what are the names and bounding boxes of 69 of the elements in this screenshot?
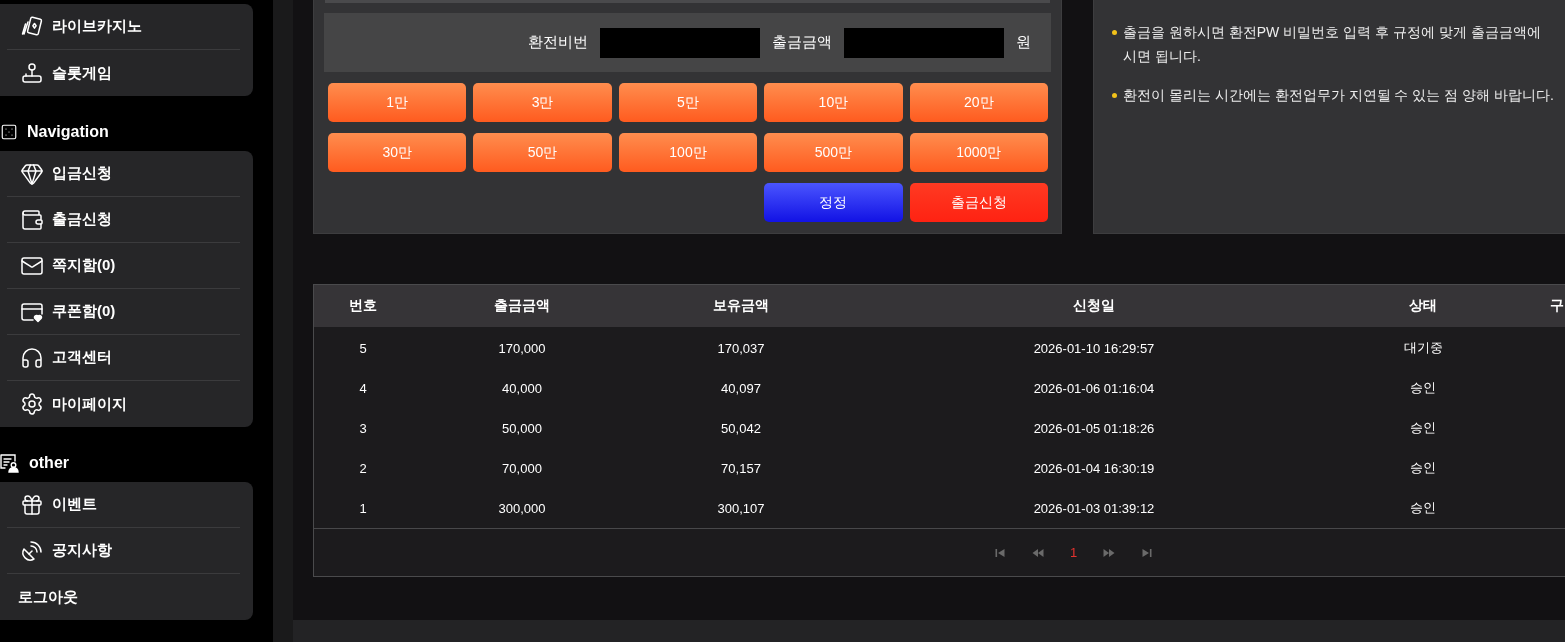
bullet-icon	[1112, 93, 1117, 98]
table-cell: 40,000	[502, 380, 542, 396]
user-list-icon	[0, 453, 20, 473]
first-page-icon[interactable]	[994, 546, 1006, 559]
gift-icon	[20, 492, 44, 517]
page-link[interactable]: 1	[1070, 545, 1078, 560]
table-cell: 170,037	[717, 340, 765, 356]
column-header: 보유금액	[713, 297, 769, 315]
column-header: 구	[1550, 297, 1564, 315]
sidebar-item[interactable]: 이벤트	[7, 482, 240, 528]
sidebar-item[interactable]: 마이페이지	[7, 381, 240, 427]
table-cell: 300,000	[498, 500, 546, 516]
table-cell: 170,000	[498, 340, 546, 356]
last-page-icon[interactable]	[1141, 546, 1154, 559]
section-title: Navigation	[27, 123, 109, 141]
table-cell: 승인	[1410, 459, 1436, 477]
column-header: 신청일	[1073, 297, 1115, 315]
sidebar-item[interactable]: 쿠폰함(0)	[7, 289, 240, 335]
next-page-icon[interactable]	[1103, 546, 1116, 559]
sidebar-item[interactable]: 슬롯게임	[7, 50, 240, 96]
gem-icon	[20, 161, 44, 186]
table-cell: 2026-01-05 01:18:26	[1033, 420, 1155, 436]
table-cell: 1	[359, 500, 367, 516]
table-cell: 승인	[1410, 499, 1436, 517]
input-field[interactable]	[600, 27, 760, 58]
bullet-icon	[1112, 30, 1117, 35]
sidebar-item[interactable]: 라이브카지노	[7, 4, 240, 50]
wallet-icon	[20, 207, 44, 232]
table-cell: 4	[359, 380, 367, 396]
sidebar-item[interactable]: 공지사항	[7, 528, 240, 574]
table-cell: 승인	[1410, 379, 1436, 397]
table-cell: 2026-01-06 01:16:04	[1033, 380, 1155, 396]
table-cell: 승인	[1410, 419, 1436, 437]
table-cell: 3	[359, 420, 367, 436]
sidebar-item[interactable]: 출금신청	[7, 197, 240, 243]
column-header: 출금금액	[494, 297, 550, 315]
table-cell: 2026-01-10 16:29:57	[1033, 340, 1155, 356]
field-label: 환전비번	[528, 33, 588, 52]
section-title: other	[29, 454, 69, 472]
sidebar-item[interactable]: 입금신청	[7, 151, 240, 197]
sidebar-item[interactable]: 고객센터	[7, 335, 240, 381]
headset-icon	[20, 345, 44, 370]
unit-label: 원	[1016, 33, 1031, 52]
column-header: 상태	[1409, 297, 1437, 315]
notice-text: 환전이 몰리는 시간에는 환전업무가 지연될 수 있는 점 양해 바랍니다.	[1123, 86, 1554, 105]
table-cell: 50,000	[502, 420, 542, 436]
table-cell: 300,107	[717, 500, 765, 516]
field-label: 출금금액	[772, 33, 832, 52]
column-header: 번호	[349, 297, 377, 315]
sidebar-item[interactable]: 로그아웃	[7, 574, 240, 620]
input-field[interactable]	[844, 27, 1004, 58]
previous-page-icon[interactable]	[1032, 546, 1044, 559]
table-cell: 대기중	[1403, 339, 1443, 357]
table-cell: 2026-01-03 01:39:12	[1033, 500, 1155, 516]
satellite-dish-icon	[20, 538, 44, 563]
notice-text: 출금을 원하시면 환전PW 비밀번호 입력 후 규정에 맞게 출금금액에 시면 됩니다.	[1123, 23, 1541, 66]
table-cell: 70,000	[502, 460, 542, 476]
gear-icon	[20, 392, 44, 416]
table-cell: 2026-01-04 16:30:19	[1033, 460, 1155, 476]
table-cell: 2	[359, 460, 367, 476]
joystick-icon	[20, 61, 44, 85]
table-cell: 40,097	[721, 380, 761, 396]
sidebar-item[interactable]: 쪽지함(0)	[7, 243, 240, 289]
dice-icon	[0, 123, 18, 141]
reset-button[interactable]: 정정	[764, 183, 903, 222]
table-cell: 70,157	[721, 460, 761, 476]
submit-button[interactable]: 출금신청	[909, 183, 1048, 222]
table-cell: 50,042	[721, 420, 761, 436]
table-cell: 5	[359, 340, 367, 356]
